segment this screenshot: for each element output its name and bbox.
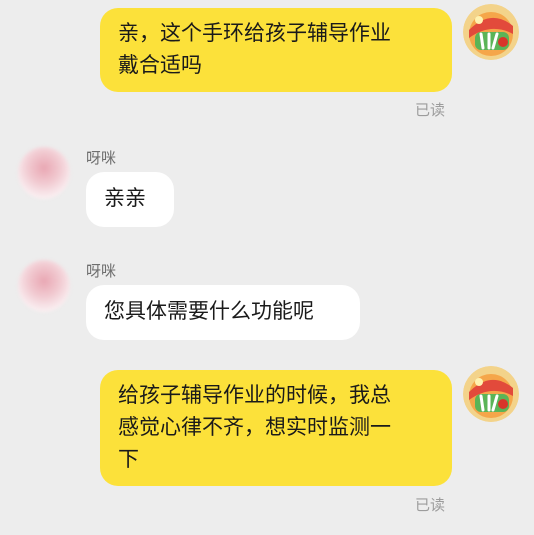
message-line: 亲，这个手环给孩子辅导作业 <box>118 21 391 45</box>
sender-name: 呀咪 <box>86 262 117 280</box>
message-line: 下 <box>118 447 139 471</box>
message-bubble[interactable]: 亲，这个手环给孩子辅导作业 戴合适吗 <box>100 8 452 92</box>
cartoon-avatar-icon <box>463 366 519 422</box>
read-status: 已读 <box>415 101 446 119</box>
read-status: 已读 <box>415 496 446 514</box>
message-bubble[interactable]: 您具体需要什么功能呢 <box>86 285 360 340</box>
message-bubble[interactable]: 亲亲 <box>86 172 174 227</box>
contact-avatar-icon[interactable] <box>18 260 70 312</box>
message-line: 感觉心律不齐，想实时监测一 <box>118 415 391 439</box>
message-bubble[interactable]: 给孩子辅导作业的时候，我总 感觉心律不齐，想实时监测一 下 <box>100 370 452 486</box>
contact-avatar-icon[interactable] <box>18 147 70 199</box>
user-avatar-icon[interactable] <box>463 4 519 60</box>
message-text: 您具体需要什么功能呢 <box>104 299 314 323</box>
cartoon-avatar-icon <box>463 4 519 60</box>
sender-name: 呀咪 <box>86 149 117 167</box>
message-line: 戴合适吗 <box>118 53 202 77</box>
message-line: 给孩子辅导作业的时候，我总 <box>118 383 391 407</box>
message-text: 亲亲 <box>104 186 146 210</box>
user-avatar-icon[interactable] <box>463 366 519 422</box>
